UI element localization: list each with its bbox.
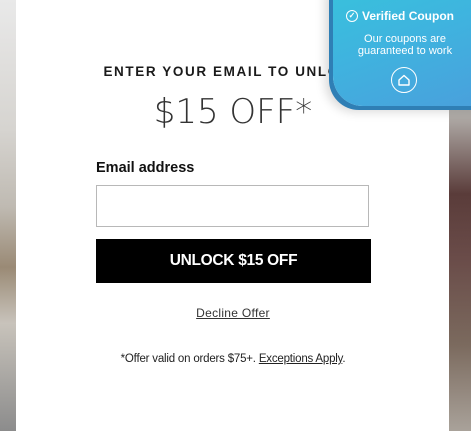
- decline-container: Decline Offer: [0, 306, 466, 320]
- badge-title-text: Verified Coupon: [362, 9, 455, 23]
- badge-title: ✓ Verified Coupon: [346, 9, 454, 23]
- check-circle-icon: ✓: [346, 10, 358, 22]
- exceptions-apply-link[interactable]: Exceptions Apply: [259, 353, 343, 365]
- badge-subtitle: Our coupons are guaranteed to work: [357, 33, 453, 57]
- unlock-button[interactable]: UNLOCK $15 OFF: [96, 239, 371, 283]
- email-input[interactable]: [96, 185, 369, 227]
- decline-offer-link[interactable]: Decline Offer: [196, 306, 270, 320]
- fineprint-text: *Offer valid on orders $75+.: [120, 353, 256, 365]
- home-shield-icon: [391, 67, 417, 93]
- fineprint-end: .: [342, 353, 346, 365]
- email-label: Email address: [96, 160, 195, 176]
- offer-fineprint: *Offer valid on orders $75+. Exceptions …: [0, 353, 466, 365]
